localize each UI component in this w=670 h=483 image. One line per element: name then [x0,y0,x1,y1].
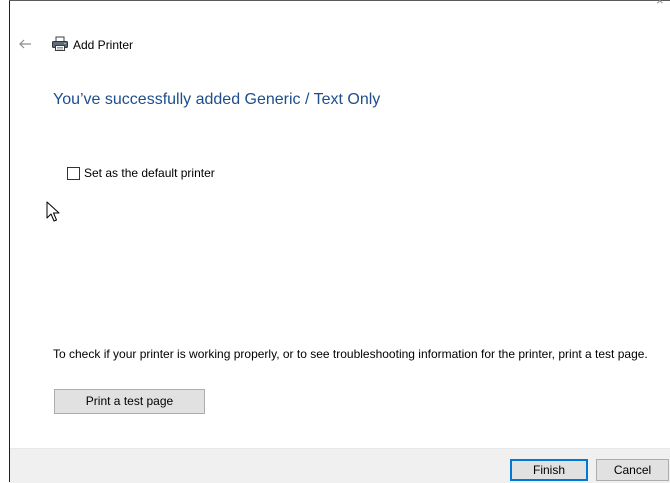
print-test-page-button[interactable]: Print a test page [54,389,205,414]
printer-icon [52,36,68,51]
window-border-left [9,0,10,482]
default-printer-checkbox[interactable] [67,166,80,180]
back-arrow-icon[interactable] [16,36,34,52]
test-page-info-text: To check if your printer is working prop… [53,347,648,361]
window-border-top [9,0,670,1]
finish-button[interactable]: Finish [510,459,588,481]
default-printer-option[interactable]: Set as the default printer [67,165,215,181]
default-printer-label[interactable]: Set as the default printer [84,166,215,180]
close-icon[interactable]: × [656,0,670,8]
page-heading: You’ve successfully added Generic / Text… [53,91,381,108]
mouse-pointer-icon [46,201,60,222]
window-title: Add Printer [73,38,134,52]
cancel-button[interactable]: Cancel [596,459,669,481]
add-printer-window: × Add Printer You’ve successfully added … [0,0,670,483]
